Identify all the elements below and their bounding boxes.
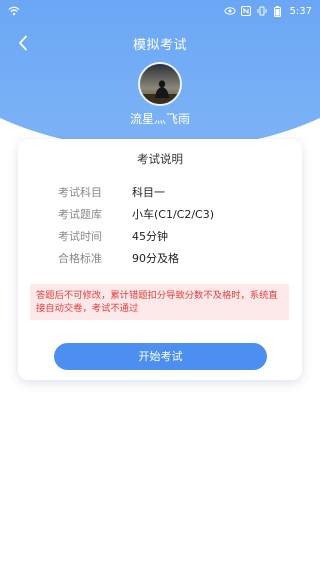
info-value: 45分钟 bbox=[132, 230, 168, 243]
exam-info-card: 考试说明 考试科目 科目一 考试题库 小车(C1/C2/C3) 考试时间 45分… bbox=[18, 139, 302, 380]
user-name: 流星灬飞雨 bbox=[129, 112, 190, 126]
info-row-pass-standard: 合格标准 90分及格 bbox=[18, 250, 302, 266]
info-label: 考试科目 bbox=[58, 186, 102, 199]
info-value: 小车(C1/C2/C3) bbox=[132, 208, 215, 221]
info-row-question-bank: 考试题库 小车(C1/C2/C3) bbox=[18, 206, 302, 222]
info-label: 考试题库 bbox=[58, 208, 102, 221]
info-label: 考试时间 bbox=[58, 230, 102, 243]
info-value: 90分及格 bbox=[132, 252, 179, 265]
avatar[interactable] bbox=[138, 62, 182, 106]
info-row-duration: 考试时间 45分钟 bbox=[18, 228, 302, 244]
status-bar: 5:37 bbox=[0, 0, 320, 22]
nfc-icon bbox=[240, 6, 252, 16]
eye-icon bbox=[224, 6, 236, 16]
nav-bar: 模拟考试 bbox=[0, 28, 320, 58]
card-title: 考试说明 bbox=[137, 152, 183, 166]
start-exam-button[interactable]: 开始考试 bbox=[54, 343, 267, 370]
wifi-icon bbox=[8, 6, 20, 16]
chevron-left-icon bbox=[19, 35, 27, 51]
battery-icon bbox=[272, 5, 284, 17]
vibrate-icon bbox=[256, 6, 268, 16]
exam-page: 5:37 模拟考试 流星灬飞雨 考试说明 考试科目 科目一 考试题库 小车(C1… bbox=[0, 0, 320, 567]
page-title: 模拟考试 bbox=[132, 37, 187, 53]
status-time: 5:37 bbox=[289, 5, 312, 17]
warning-notice: 答题后不可修改，累计错题扣分导致分数不及格时，系统直接自动交卷，考试不通过 bbox=[30, 284, 289, 320]
info-value: 科目一 bbox=[132, 186, 165, 199]
back-button[interactable] bbox=[12, 32, 34, 54]
info-row-subject: 考试科目 科目一 bbox=[18, 184, 302, 200]
info-label: 合格标准 bbox=[58, 252, 102, 265]
